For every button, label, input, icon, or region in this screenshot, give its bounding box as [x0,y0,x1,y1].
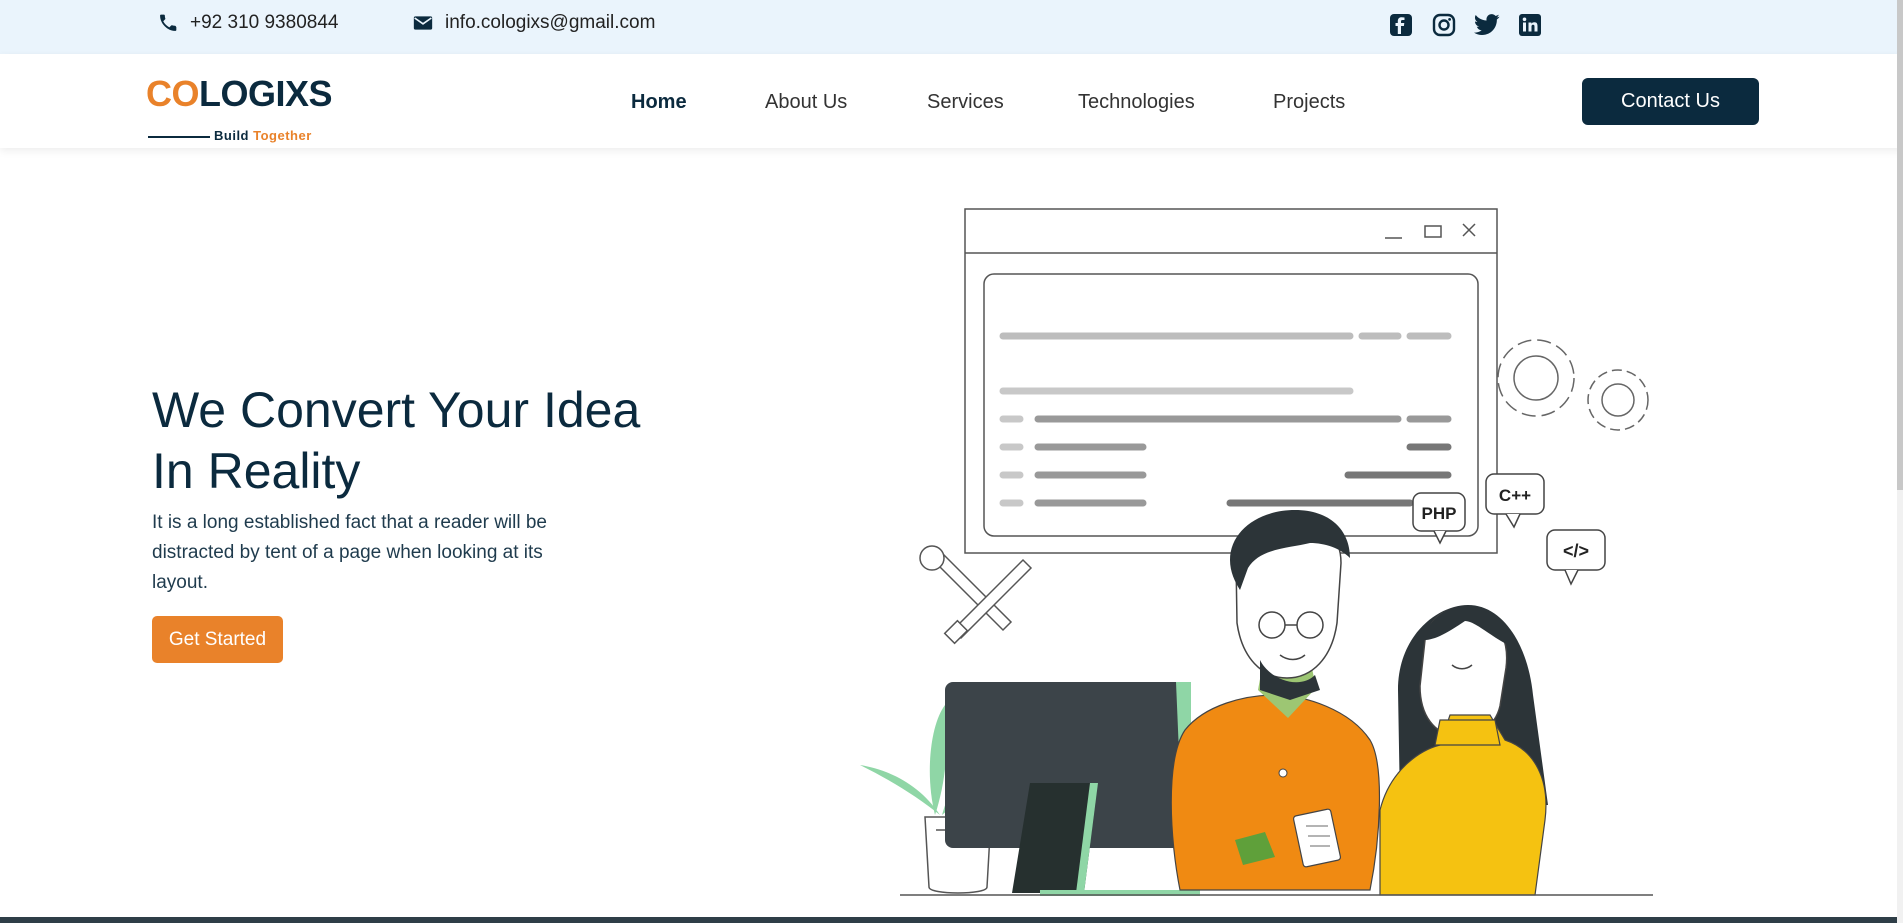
nav-home[interactable]: Home [631,91,687,114]
facebook-icon[interactable] [1388,12,1414,38]
email-address: info.cologixs@gmail.com [445,12,656,33]
envelope-icon [413,16,433,30]
brand-logo[interactable]: COLOGIXS Build Together [146,74,333,144]
code-badge: </> [1546,529,1606,586]
phone-number: +92 310 9380844 [190,12,339,33]
logo-underline [148,136,210,138]
instagram-icon[interactable] [1431,12,1457,38]
svg-text:</>: </> [1563,541,1589,561]
nav-about-us[interactable]: About Us [765,91,847,114]
svg-text:C++: C++ [1499,486,1531,505]
gears-graphic [1497,339,1649,431]
phone-icon [160,14,177,31]
logo-tagline: Build Together [214,128,312,143]
woman-character-graphic [1379,605,1548,896]
nav-projects[interactable]: Projects [1273,91,1345,114]
logo-wordmark: COLOGIXS [146,73,333,114]
svg-text:PHP: PHP [1422,504,1457,523]
tools-graphic [919,545,1033,645]
main-navbar: COLOGIXS Build Together Home About Us Se… [0,54,1903,148]
linkedin-icon[interactable] [1517,12,1543,38]
top-info-bar: +92 310 9380844 info.cologixs@gmail.com [0,0,1903,54]
next-section-edge [0,917,1903,923]
hero-description: It is a long established fact that a rea… [152,512,548,593]
social-links [1388,12,1543,38]
get-started-button[interactable]: Get Started [152,616,283,663]
scrollbar-thumb[interactable] [1897,0,1903,490]
nav-services[interactable]: Services [927,91,1004,114]
nav-technologies[interactable]: Technologies [1078,91,1195,114]
hero-title: We Convert Your Idea In Reality [152,382,641,499]
page-scrollbar[interactable] [1897,0,1903,923]
email-contact[interactable]: info.cologixs@gmail.com [413,0,655,46]
phone-contact[interactable]: +92 310 9380844 [158,0,338,46]
man-character-graphic [1170,510,1381,891]
hero-illustration: PHP C++ </> [860,208,1653,896]
contact-us-button[interactable]: Contact Us [1582,78,1759,125]
twitter-icon[interactable] [1474,12,1500,38]
